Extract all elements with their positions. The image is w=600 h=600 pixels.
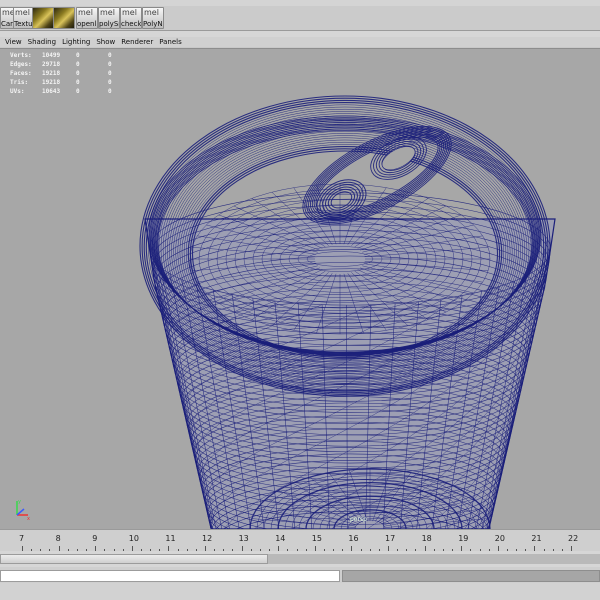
help-line — [0, 583, 600, 600]
svg-text:x: x — [27, 516, 30, 521]
hud-v1: 10499 — [42, 52, 61, 59]
hud-key: Verts: — [10, 52, 32, 59]
frame-tick-label: 12 — [202, 534, 213, 543]
hud-v2: 0 — [76, 52, 80, 59]
hud-key: UVs: — [10, 88, 25, 95]
shelf-button-4[interactable] — [53, 7, 75, 29]
hud-v3: 0 — [108, 61, 112, 68]
shelf-button-3[interactable] — [32, 7, 54, 29]
hud-v1: 19218 — [42, 70, 61, 77]
frame-tick-label: 19 — [458, 534, 469, 543]
hud-v3: 0 — [108, 52, 112, 59]
frame-tick-label: 7 — [19, 534, 25, 543]
shelf-button-label: PolyN — [143, 20, 163, 28]
panel-menu-show[interactable]: Show — [93, 37, 118, 47]
hud-key: Faces: — [10, 70, 32, 77]
panel-menu-bar: View Shading Lighting Show Renderer Panels — [0, 37, 600, 47]
panel-menu-view[interactable]: View — [0, 37, 25, 47]
command-result-field — [342, 570, 600, 582]
svg-text:y: y — [18, 499, 21, 505]
hud-key: Tris: — [10, 79, 29, 86]
mel-script-icon: mel — [100, 8, 115, 17]
frame-tick-label: 15 — [311, 534, 322, 543]
wireframe-can-model — [139, 95, 556, 529]
hud-v3: 0 — [108, 88, 112, 95]
range-slider[interactable] — [0, 551, 600, 567]
command-line — [0, 567, 600, 583]
frame-tick-label: 20 — [494, 534, 505, 543]
hud-v2: 0 — [76, 61, 80, 68]
frame-tick-label: 22 — [568, 534, 579, 543]
hud-v1: 29718 — [42, 61, 61, 68]
frame-tick-label: 16 — [348, 534, 359, 543]
hud-v1: 19218 — [42, 79, 61, 86]
shelf-button-label: Textu — [14, 20, 33, 28]
camera-name-label: persp — [350, 516, 367, 523]
frame-tick-label: 17 — [385, 534, 396, 543]
shelf-button-5[interactable]: mel openl — [76, 7, 98, 29]
shelf-button-label: openl — [77, 20, 97, 28]
frame-tick-label: 13 — [238, 534, 249, 543]
axis-gizmo-icon: y x — [16, 499, 30, 521]
hud-v2: 0 — [76, 70, 80, 77]
mel-script-icon: mel — [15, 8, 30, 17]
frame-tick-label: 9 — [92, 534, 98, 543]
time-slider[interactable]: 7 8 9 10 11 12 13 14 15 16 17 18 19 20 21 22 — [0, 529, 600, 552]
shelf-button-6[interactable]: mel polySr — [98, 7, 120, 29]
mel-script-icon: mel — [144, 8, 159, 17]
frame-tick-label: 8 — [55, 534, 61, 543]
frame-tick-label: 21 — [531, 534, 542, 543]
hud-v2: 0 — [76, 79, 80, 86]
panel-menu-renderer[interactable]: Renderer — [118, 37, 156, 47]
panel-menu-panels[interactable]: Panels — [156, 37, 185, 47]
shelf-button-label: check — [121, 20, 141, 28]
frame-tick-label: 14 — [275, 534, 286, 543]
frame-tick-label: 10 — [128, 534, 139, 543]
mel-script-icon: mel — [78, 8, 93, 17]
hud-v1: 10643 — [42, 88, 61, 95]
range-slider-handle[interactable] — [0, 554, 268, 564]
shelf: mel Car mel Textu mel openl mel polySr mel check m… — [0, 6, 600, 31]
hud-v3: 0 — [108, 70, 112, 77]
mel-script-icon: mel — [122, 8, 137, 17]
hud-v2: 0 — [76, 88, 80, 95]
panel-menu-shading[interactable]: Shading — [25, 37, 59, 47]
shelf-button-label: polySr — [99, 20, 119, 28]
frame-tick-label: 11 — [165, 534, 176, 543]
perspective-viewport[interactable]: Verts: 10499 0 0 Edges: 29718 0 0 Faces: 19218 0 0 T… — [0, 48, 600, 529]
frame-tick-label: 18 — [421, 534, 432, 543]
shelf-button-7[interactable]: mel check — [120, 7, 142, 29]
hud-v3: 0 — [108, 79, 112, 86]
command-input[interactable] — [0, 570, 340, 582]
hud-key: Edges: — [10, 61, 32, 68]
panel-menu-lighting[interactable]: Lighting — [59, 37, 93, 47]
shelf-button-8[interactable]: mel PolyN — [142, 7, 164, 29]
